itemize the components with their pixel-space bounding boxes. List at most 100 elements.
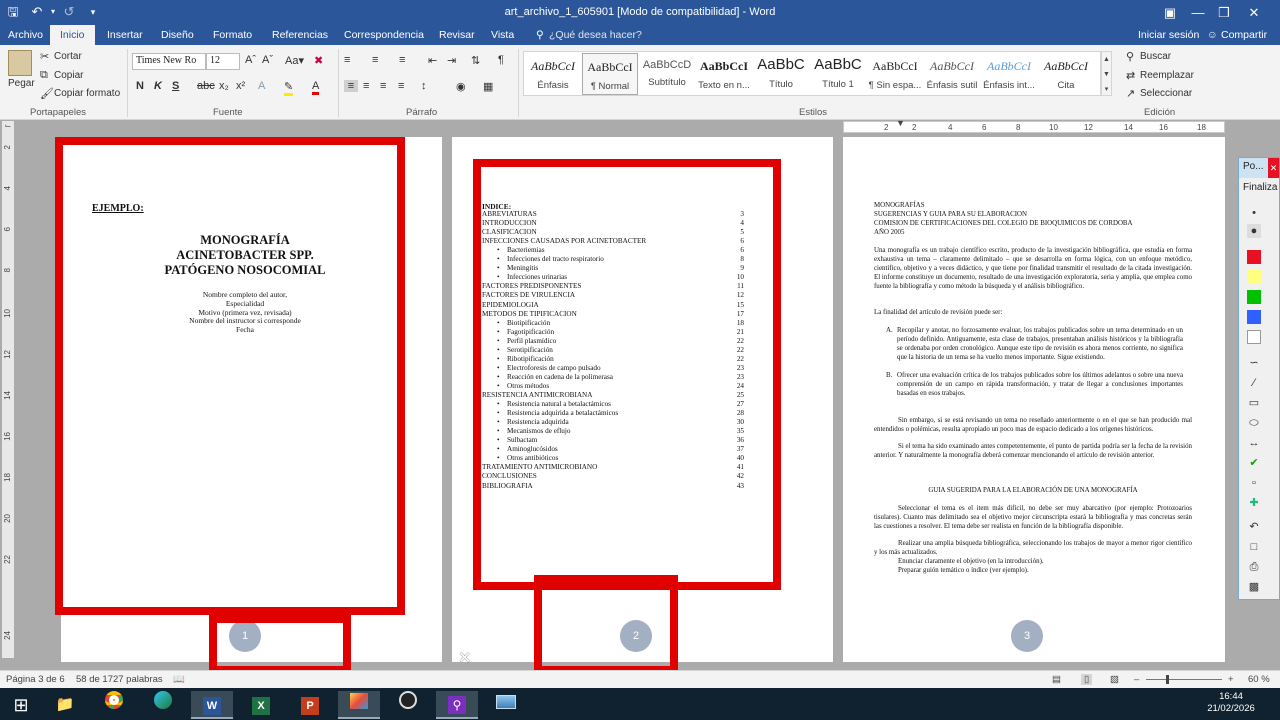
tab-correspondencia[interactable]: Correspondencia bbox=[344, 25, 424, 45]
format-painter-icon[interactable]: 🖌 bbox=[40, 87, 54, 100]
shrink-font-icon[interactable]: Aˇ bbox=[262, 54, 273, 66]
powerpoint-icon[interactable]: P bbox=[289, 691, 331, 719]
screen-annotate-icon[interactable]: ⚲ bbox=[436, 691, 478, 719]
tab-inicio[interactable]: Inicio bbox=[50, 25, 95, 45]
color-red-swatch[interactable] bbox=[1247, 250, 1261, 264]
paste-button[interactable]: Pegar bbox=[8, 78, 35, 89]
subscript-icon[interactable]: x₂ bbox=[219, 80, 229, 92]
zoom-in-icon[interactable]: + bbox=[1228, 674, 1234, 685]
edge-icon[interactable] bbox=[142, 691, 184, 719]
page-indicator[interactable]: Página 3 de 6 bbox=[6, 674, 65, 685]
tab-formato[interactable]: Formato bbox=[213, 25, 252, 45]
style-subtitulo[interactable]: AaBbCcD Subtítulo bbox=[639, 53, 695, 95]
web-layout-icon[interactable]: ▧ bbox=[1110, 674, 1119, 685]
copy-button[interactable]: Copiar bbox=[54, 70, 83, 81]
dot-small-icon[interactable]: • bbox=[1247, 206, 1261, 220]
font-color-icon[interactable]: A bbox=[312, 80, 320, 95]
style-normal[interactable]: AaBbCcI ¶ Normal bbox=[582, 53, 638, 95]
add-icon[interactable]: ✚ bbox=[1247, 496, 1261, 510]
arrow-icon[interactable]: ↔ bbox=[1247, 436, 1261, 450]
borders-icon[interactable]: ▦ bbox=[483, 80, 493, 93]
minimize-button[interactable]: — bbox=[1186, 0, 1210, 25]
superscript-icon[interactable]: x² bbox=[236, 80, 245, 92]
screen-icon[interactable]: ▩ bbox=[1247, 580, 1261, 594]
align-center-icon[interactable]: ≡ bbox=[363, 80, 369, 92]
shading-icon[interactable]: ◉ bbox=[456, 80, 466, 93]
line-icon[interactable]: ∕ bbox=[1247, 376, 1261, 390]
eraser-icon[interactable]: ▫ bbox=[1247, 476, 1261, 490]
style-sin-espaciado[interactable]: AaBbCcI ¶ Sin espa... bbox=[867, 53, 923, 95]
sort-icon[interactable]: ⇅ bbox=[471, 54, 480, 67]
bold-icon[interactable]: N bbox=[136, 80, 144, 92]
undo-icon[interactable]: ↶ bbox=[1247, 520, 1261, 534]
paste-icon[interactable] bbox=[8, 50, 32, 76]
cut-icon[interactable]: ✂ bbox=[40, 50, 49, 63]
tab-revisar[interactable]: Revisar bbox=[439, 25, 475, 45]
tab-diseno[interactable]: Diseño bbox=[161, 25, 194, 45]
italic-icon[interactable]: K bbox=[154, 80, 162, 92]
system-clock[interactable]: 16:44 21/02/2026 bbox=[1206, 691, 1256, 715]
read-mode-icon[interactable]: ▤ bbox=[1052, 674, 1061, 685]
color-green-swatch[interactable] bbox=[1247, 290, 1261, 304]
tab-vista[interactable]: Vista bbox=[491, 25, 514, 45]
multilevel-list-icon[interactable]: ≡ bbox=[399, 54, 405, 66]
ribbon-display-options-icon[interactable]: ▣ bbox=[1158, 0, 1182, 25]
tab-insertar[interactable]: Insertar bbox=[107, 25, 143, 45]
ellipse-icon[interactable]: ⬭ bbox=[1247, 416, 1261, 430]
zoom-level[interactable]: 60 % bbox=[1248, 674, 1270, 685]
share-button[interactable]: Compartir bbox=[1221, 25, 1267, 45]
page-icon[interactable]: □ bbox=[1247, 540, 1261, 554]
palette-close-button[interactable]: ✕ bbox=[1268, 158, 1279, 178]
replace-icon[interactable]: ⇄ bbox=[1126, 69, 1135, 82]
obs-icon[interactable] bbox=[387, 691, 429, 719]
highlight-icon[interactable]: ✎ bbox=[284, 80, 294, 96]
tell-me-input[interactable]: ¿Qué desea hacer? bbox=[549, 25, 642, 45]
styles-scroll[interactable]: ▲ ▼ ▾ bbox=[1101, 51, 1112, 96]
annotation-tool-palette[interactable]: Po... ✕ Finaliza • ● ∽ ∕ ▭ ⬭ ↔ ✔ ▫ ✚ ↶ □… bbox=[1238, 157, 1280, 600]
select-button[interactable]: Seleccionar bbox=[1140, 88, 1192, 99]
color-yellow-swatch[interactable] bbox=[1247, 270, 1261, 284]
photos-icon[interactable] bbox=[485, 691, 527, 719]
print-layout-icon[interactable]: ▯ bbox=[1081, 674, 1093, 685]
excel-icon[interactable]: X bbox=[240, 691, 282, 719]
zoom-slider[interactable] bbox=[1146, 679, 1222, 680]
format-painter-button[interactable]: Copiar formato bbox=[54, 88, 120, 99]
maximize-button[interactable]: ❒ bbox=[1212, 0, 1236, 25]
font-name-combo[interactable]: Times New Ro bbox=[132, 53, 206, 70]
font-size-combo[interactable]: 12 bbox=[206, 53, 240, 70]
text-effects-icon[interactable]: A bbox=[258, 80, 265, 92]
curve-icon[interactable]: ∽ bbox=[1247, 356, 1261, 370]
rectangle-icon[interactable]: ▭ bbox=[1247, 396, 1261, 410]
color-blue-swatch[interactable] bbox=[1247, 310, 1261, 324]
clear-formatting-icon[interactable]: ✖ bbox=[314, 54, 323, 67]
numbering-icon[interactable]: ≡ bbox=[372, 54, 378, 66]
tab-archivo[interactable]: Archivo bbox=[8, 25, 43, 45]
page-3[interactable]: MONOGRAFÍAS SUGERENCIAS Y GUIA PARA SU E… bbox=[843, 137, 1225, 662]
tab-referencias[interactable]: Referencias bbox=[272, 25, 328, 45]
increase-indent-icon[interactable]: ⇥ bbox=[447, 54, 456, 67]
tab-selector[interactable]: ⌙ bbox=[2, 121, 14, 133]
style-titulo[interactable]: AaBbC Título bbox=[753, 53, 809, 95]
line-spacing-icon[interactable]: ↕ bbox=[421, 80, 427, 92]
zoom-out-icon[interactable]: – bbox=[1134, 674, 1139, 685]
change-case-icon[interactable]: Aa▾ bbox=[285, 54, 304, 67]
search-icon[interactable]: ⚲ bbox=[1126, 50, 1134, 63]
decrease-indent-icon[interactable]: ⇤ bbox=[428, 54, 437, 67]
horizontal-ruler[interactable]: 2 ▼ 2 4 6 8 10 12 14 16 18 bbox=[843, 118, 1225, 133]
word-icon[interactable]: W bbox=[191, 691, 233, 719]
color-white-swatch[interactable] bbox=[1247, 330, 1261, 344]
style-cita[interactable]: AaBbCcI Cita bbox=[1038, 53, 1094, 95]
word-count[interactable]: 58 de 1727 palabras bbox=[76, 674, 163, 685]
vertical-ruler[interactable]: 2 4 6 8 10 12 14 16 18 20 22 24 bbox=[2, 133, 14, 658]
style-enfasis-sutil[interactable]: AaBbCcI Énfasis sutil bbox=[924, 53, 980, 95]
check-icon[interactable]: ✔ bbox=[1247, 456, 1261, 470]
windows-start-icon[interactable]: ⊞ bbox=[0, 691, 42, 719]
palette-finish-tab[interactable]: Finaliza bbox=[1243, 182, 1277, 193]
sign-in-link[interactable]: Iniciar sesión bbox=[1138, 25, 1199, 45]
align-left-icon[interactable]: ≡ bbox=[344, 80, 358, 92]
find-button[interactable]: Buscar bbox=[1140, 51, 1171, 62]
style-enfasis-intenso[interactable]: AaBbCcI Énfasis int... bbox=[981, 53, 1037, 95]
strikethrough-icon[interactable]: abc bbox=[197, 80, 215, 92]
style-texto-en-negrita[interactable]: AaBbCcI Texto en n... bbox=[696, 53, 752, 95]
cut-button[interactable]: Cortar bbox=[54, 51, 82, 62]
